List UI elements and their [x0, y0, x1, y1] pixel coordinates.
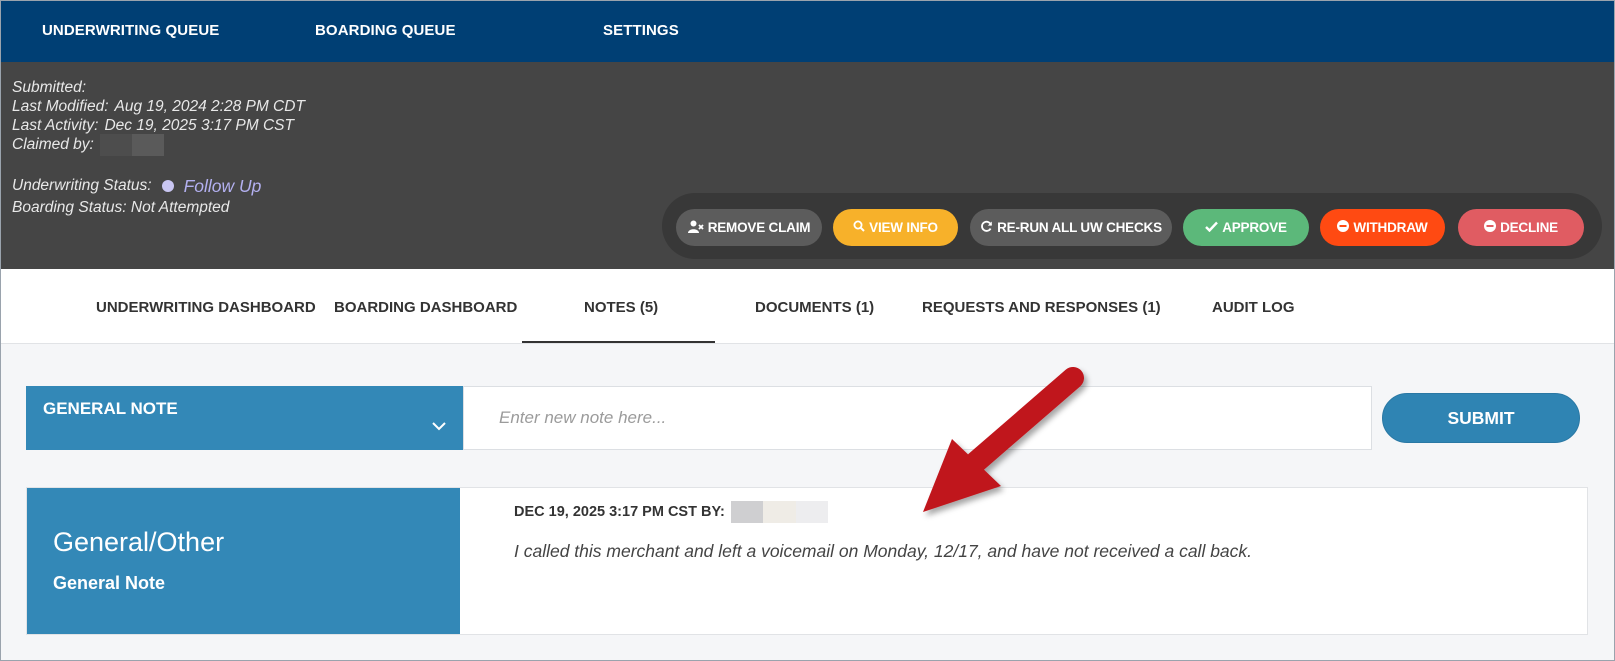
note-type-selected: GENERAL NOTE — [43, 399, 178, 418]
last-modified-label: Last Modified: — [12, 98, 109, 115]
rerun-uw-checks-label: RE-RUN ALL UW CHECKS — [997, 220, 1162, 235]
tab-documents[interactable]: DOCUMENTS (1) — [755, 299, 874, 316]
check-icon — [1205, 221, 1219, 235]
chevron-down-icon — [431, 418, 451, 438]
view-info-label: VIEW INFO — [869, 220, 938, 235]
decline-label: DECLINE — [1500, 220, 1558, 235]
submit-button[interactable]: SUBMIT — [1382, 393, 1580, 443]
claimed-by-redacted — [99, 133, 164, 156]
note-card: General/Other General Note DEC 19, 2025 … — [26, 487, 1588, 635]
last-modified-value: Aug 19, 2024 2:28 PM CDT — [114, 98, 305, 115]
app-window: UNDERWRITING QUEUE BOARDING QUEUE SETTIN… — [0, 0, 1615, 661]
uw-status-value[interactable]: Follow Up — [184, 176, 262, 197]
tab-boarding-dashboard[interactable]: BOARDING DASHBOARD — [334, 299, 517, 316]
top-navigation: UNDERWRITING QUEUE BOARDING QUEUE SETTIN… — [1, 1, 1614, 62]
note-category: General/Other — [53, 527, 225, 557]
approve-label: APPROVE — [1222, 220, 1287, 235]
decline-button[interactable]: DECLINE — [1458, 209, 1584, 246]
minus-circle-icon — [1337, 220, 1350, 235]
view-info-button[interactable]: VIEW INFO — [833, 209, 958, 246]
remove-claim-button[interactable]: REMOVE CLAIM — [676, 209, 822, 246]
tab-audit-log[interactable]: AUDIT LOG — [1212, 299, 1295, 316]
active-tab-indicator — [522, 341, 715, 343]
note-author-redacted — [730, 501, 828, 523]
nav-settings[interactable]: SETTINGS — [603, 22, 679, 39]
tab-notes[interactable]: NOTES (5) — [584, 299, 658, 316]
new-note-input[interactable] — [463, 386, 1372, 450]
note-category-panel: General/Other General Note — [27, 488, 460, 634]
rerun-uw-checks-button[interactable]: RE-RUN ALL UW CHECKS — [970, 209, 1172, 246]
nav-boarding-queue[interactable]: BOARDING QUEUE — [315, 22, 456, 39]
user-times-icon — [687, 220, 704, 236]
note-header: DEC 19, 2025 3:17 PM CST BY: — [514, 501, 828, 523]
withdraw-label: WITHDRAW — [1353, 220, 1428, 235]
note-type: General Note — [53, 573, 166, 593]
remove-claim-label: REMOVE CLAIM — [707, 220, 811, 235]
search-icon — [853, 220, 865, 235]
submitted-label: Submitted: — [12, 79, 87, 96]
status-dot-icon — [161, 180, 174, 192]
tab-bar: UNDERWRITING DASHBOARD BOARDING DASHBOAR… — [1, 269, 1614, 344]
approve-button[interactable]: APPROVE — [1183, 209, 1309, 246]
application-meta: Submitted: Last Modified: Aug 19, 2024 2… — [12, 78, 305, 156]
withdraw-button[interactable]: WITHDRAW — [1320, 209, 1445, 246]
status-block: Underwriting Status: Follow Up Boarding … — [12, 175, 261, 219]
note-type-select[interactable]: GENERAL NOTE — [26, 386, 463, 450]
note-text: I called this merchant and left a voicem… — [514, 541, 1253, 561]
nav-underwriting-queue[interactable]: UNDERWRITING QUEUE — [42, 22, 219, 39]
last-activity-label: Last Activity: — [12, 117, 99, 134]
minus-circle-icon — [1484, 220, 1497, 235]
uw-status-label: Underwriting Status: — [12, 177, 152, 194]
note-timestamp-author: DEC 19, 2025 3:17 PM CST BY: — [514, 504, 725, 520]
boarding-status: Boarding Status: Not Attempted — [12, 199, 230, 216]
refresh-icon — [980, 220, 993, 236]
tab-underwriting-dashboard[interactable]: UNDERWRITING DASHBOARD — [96, 299, 316, 316]
last-activity-value: Dec 19, 2025 3:17 PM CST — [104, 117, 294, 134]
tab-requests-and-responses[interactable]: REQUESTS AND RESPONSES (1) — [922, 299, 1161, 316]
claimed-by-label: Claimed by: — [12, 136, 94, 153]
